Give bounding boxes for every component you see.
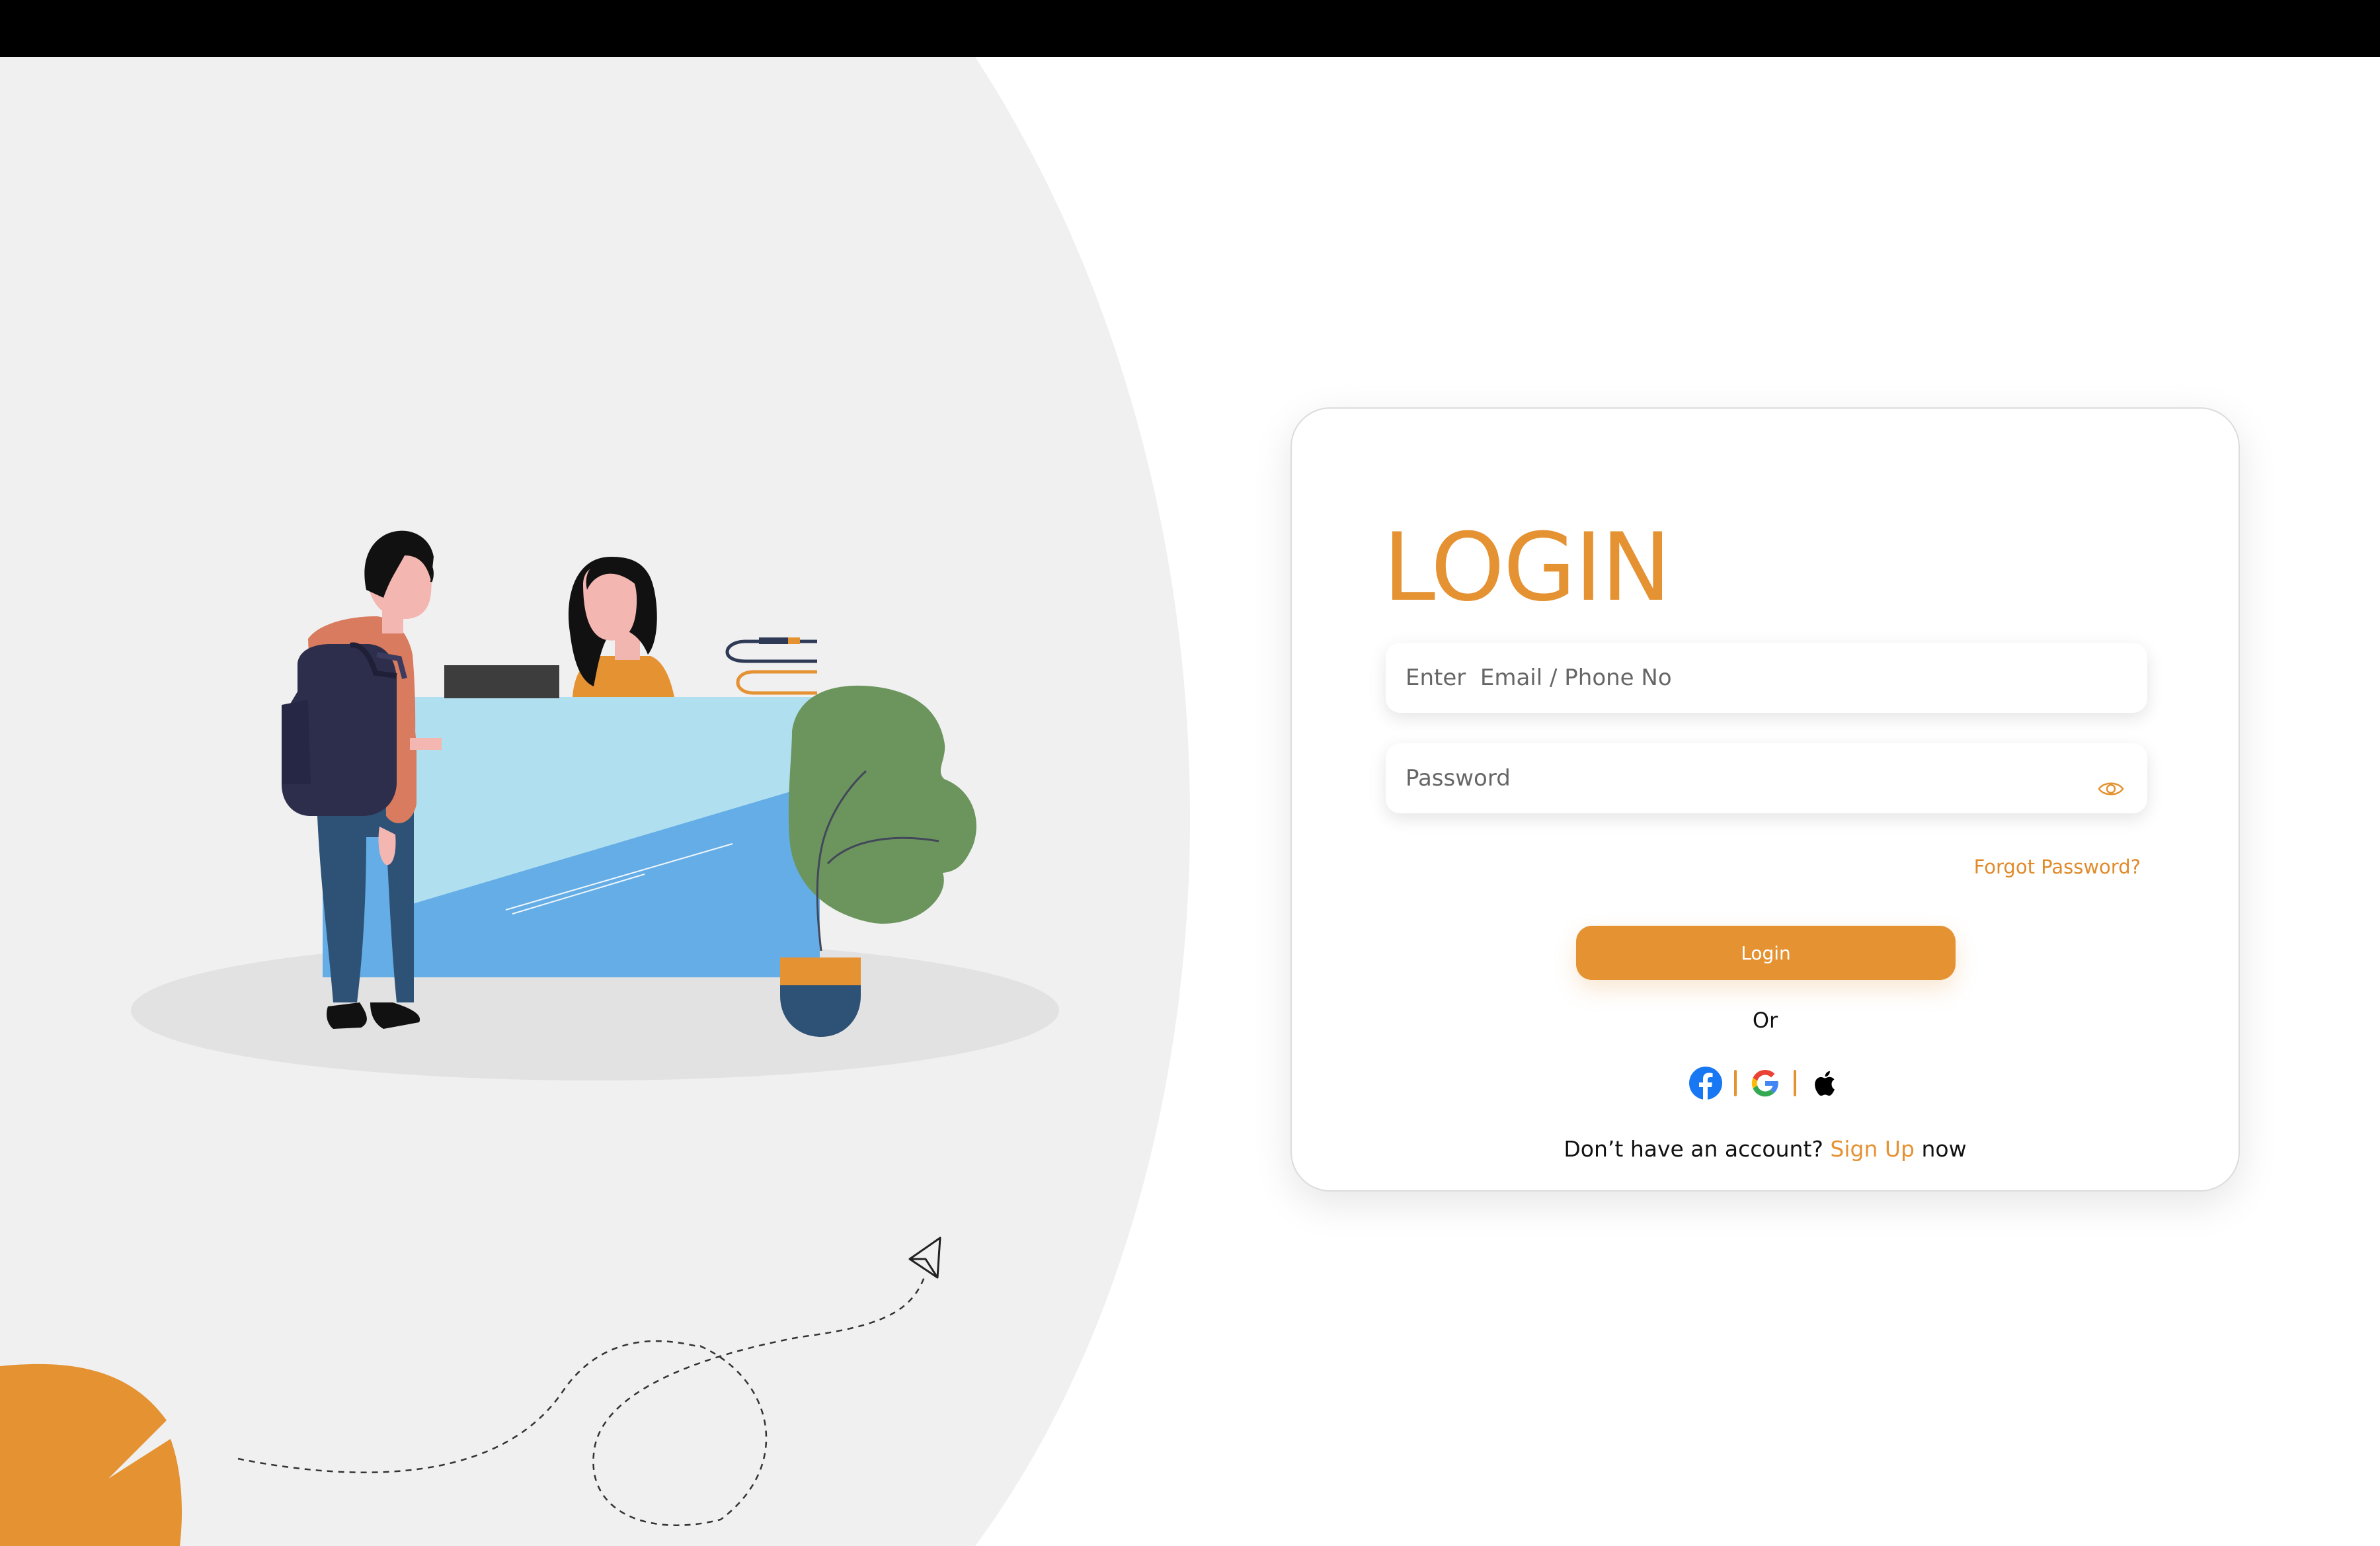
password-field-container [1386,743,2147,813]
login-button[interactable]: Login [1576,926,1956,980]
google-icon[interactable] [1747,1065,1783,1101]
top-bar [0,0,2380,57]
login-card: LOGIN Forgot Password? Login Or [1290,407,2240,1192]
email-field-container [1386,643,2147,713]
social-login-row [1292,1063,2239,1103]
email-field[interactable] [1386,643,2147,713]
reception-illustration [0,57,1190,1546]
signup-prefix: Don’t have an account? [1564,1136,1823,1162]
page: LOGIN Forgot Password? Login Or [0,57,2380,1546]
social-separator [1734,1070,1737,1096]
social-separator [1794,1070,1796,1096]
facebook-icon[interactable] [1688,1065,1724,1101]
signup-suffix: now [1921,1136,1967,1162]
page-title: LOGIN [1383,513,1671,622]
forgot-password-link[interactable]: Forgot Password? [1974,856,2141,878]
monitor [444,665,559,698]
password-field[interactable] [1386,743,2147,813]
apple-icon[interactable] [1807,1065,1843,1101]
sign-up-link[interactable]: Sign Up [1830,1136,1915,1162]
or-divider-text: Or [1752,1008,1778,1033]
eye-icon[interactable] [2097,779,2125,799]
signup-prompt: Don’t have an account? Sign Up now [1292,1136,2239,1162]
